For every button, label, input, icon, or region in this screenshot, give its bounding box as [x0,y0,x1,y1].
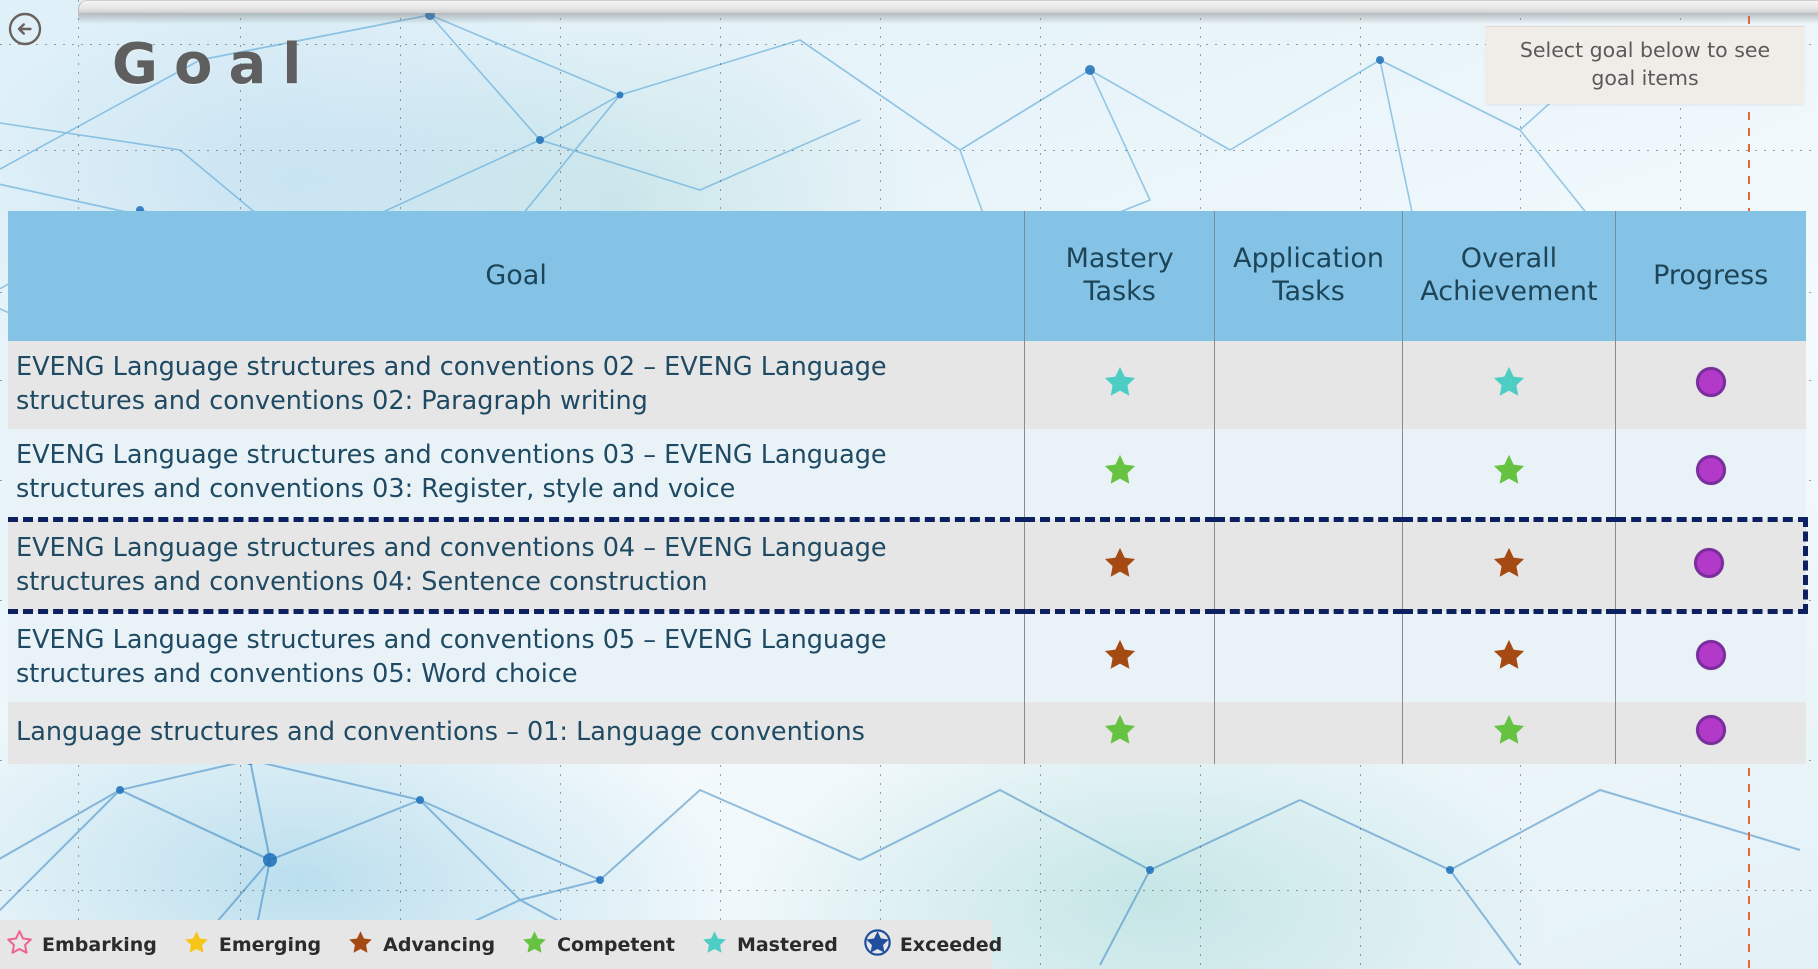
application-tasks-cell [1214,611,1403,703]
goal-text-line1: Language structures and conventions – 01… [16,717,865,748]
progress-cell [1614,516,1809,615]
column-header-overall-achievement[interactable]: Overall Achievement [1401,211,1616,341]
hint-tooltip: Select goal below to see goal items [1486,26,1804,105]
goal-text-line1: EVENG Language structures and convention… [16,352,887,382]
table-row[interactable]: Language structures and conventions – 01… [8,702,1806,765]
legend-label: Advancing [383,933,496,956]
goal-cell[interactable]: EVENG Language structures and convention… [8,428,1025,520]
legend-label: Embarking [42,933,157,956]
legend-label: Emerging [218,933,322,956]
browser-chrome-bar [78,0,1818,13]
goal-text-line2: structures and conventions 04: Sentence … [16,566,708,597]
column-header-overall-line1: Overall [1460,243,1558,275]
legend-item: Advancing [347,929,521,960]
achievement-legend: Embarking Emerging Advancing Competent Maste… [0,920,1002,969]
legend-exceeded-star-icon [864,929,891,960]
goal-table: Goal Mastery Tasks Application Tasks Ove… [8,211,1809,765]
overall-star-icon [1493,640,1525,670]
goal-text-line1: EVENG Language structures and convention… [16,439,887,470]
table-row[interactable]: EVENG Language structures and convention… [8,428,1806,520]
table-header: Goal Mastery Tasks Application Tasks Ove… [8,211,1806,341]
legend-item: Embarking [6,929,183,960]
legend-embarking-star-icon [6,929,33,960]
application-tasks-cell [1214,341,1403,429]
back-arrow-icon[interactable] [8,12,42,46]
progress-cell [1614,428,1806,520]
progress-circle-icon [1695,454,1726,485]
overall-star-icon [1493,454,1525,484]
legend-item: Emerging [183,929,347,960]
table-header-row: Goal Mastery Tasks Application Tasks Ove… [8,211,1806,341]
legend-competent-star-icon [521,929,548,960]
table-row[interactable]: EVENG Language structures and convention… [8,611,1806,703]
mastery-tasks-cell [1024,702,1215,765]
legend-mastered-star-icon [701,929,728,960]
progress-circle-icon [1695,366,1726,397]
mastery-tasks-cell [1024,611,1215,703]
app-root: Goal Select goal below to see goal items… [0,0,1818,969]
column-header-progress[interactable]: Progress [1614,211,1806,341]
table-body: EVENG Language structures and convention… [8,341,1809,765]
column-header-goal-label: Goal [485,259,547,291]
overall-star-icon [1493,366,1525,396]
overall-achievement-cell [1401,428,1616,520]
mastery-star-icon [1104,454,1135,484]
progress-cell [1614,611,1806,703]
goal-cell[interactable]: Language structures and conventions – 01… [8,702,1025,765]
column-header-goal[interactable]: Goal [8,211,1025,341]
column-header-application-line2: Tasks [1272,276,1345,307]
overall-achievement-cell [1401,611,1616,703]
legend-item: Competent [521,929,701,960]
application-tasks-cell [1214,428,1403,520]
mastery-star-icon [1104,547,1135,577]
column-header-mastery-line2: Tasks [1083,276,1156,307]
overall-achievement-cell [1401,516,1616,615]
progress-circle-icon [1695,715,1726,746]
goal-text-line2: structures and conventions 05: Word choi… [16,659,578,690]
progress-cell [1614,341,1806,429]
mastery-star-icon [1104,366,1135,396]
goal-text-line1: EVENG Language structures and convention… [16,625,887,656]
table-row[interactable]: EVENG Language structures and convention… [8,516,1809,615]
progress-circle-icon [1694,547,1725,578]
goal-cell[interactable]: EVENG Language structures and convention… [8,341,1025,429]
legend-label: Competent [557,933,675,956]
table-row[interactable]: EVENG Language structures and convention… [8,341,1806,429]
goal-text-line1: EVENG Language structures and convention… [16,532,887,563]
legend-label: Exceeded [899,933,1003,956]
mastery-tasks-cell [1024,341,1215,429]
mastery-star-icon [1104,640,1135,670]
legend-label: Mastered [736,933,838,956]
overall-achievement-cell [1401,341,1616,429]
mastery-tasks-cell [1024,516,1215,615]
progress-circle-icon [1695,640,1726,671]
legend-emerging-star-icon [183,929,210,960]
column-header-application-line1: Application [1233,243,1385,275]
column-header-progress-label: Progress [1653,259,1769,291]
column-header-mastery-tasks[interactable]: Mastery Tasks [1024,211,1215,341]
progress-cell [1614,702,1806,765]
page-title: Goal [112,32,318,97]
goal-text-line2: structures and conventions 03: Register,… [16,473,736,504]
goal-text-line2: structures and conventions 02: Paragraph… [16,385,648,416]
application-tasks-cell [1214,702,1403,765]
legend-item: Exceeded [864,929,1028,960]
mastery-star-icon [1104,715,1135,744]
legend-item: Mastered [701,929,864,960]
mastery-tasks-cell [1024,428,1215,520]
overall-star-icon [1493,547,1525,577]
goal-cell[interactable]: EVENG Language structures and convention… [8,611,1025,703]
column-header-application-tasks[interactable]: Application Tasks [1214,211,1403,341]
column-header-overall-line2: Achievement [1420,276,1598,307]
column-header-mastery-line1: Mastery [1065,243,1174,275]
overall-star-icon [1493,715,1525,744]
browser-chrome-shadow [78,13,1818,24]
goal-cell[interactable]: EVENG Language structures and convention… [8,516,1025,615]
application-tasks-cell [1214,516,1403,615]
overall-achievement-cell [1401,702,1616,765]
legend-advancing-star-icon [347,929,374,960]
